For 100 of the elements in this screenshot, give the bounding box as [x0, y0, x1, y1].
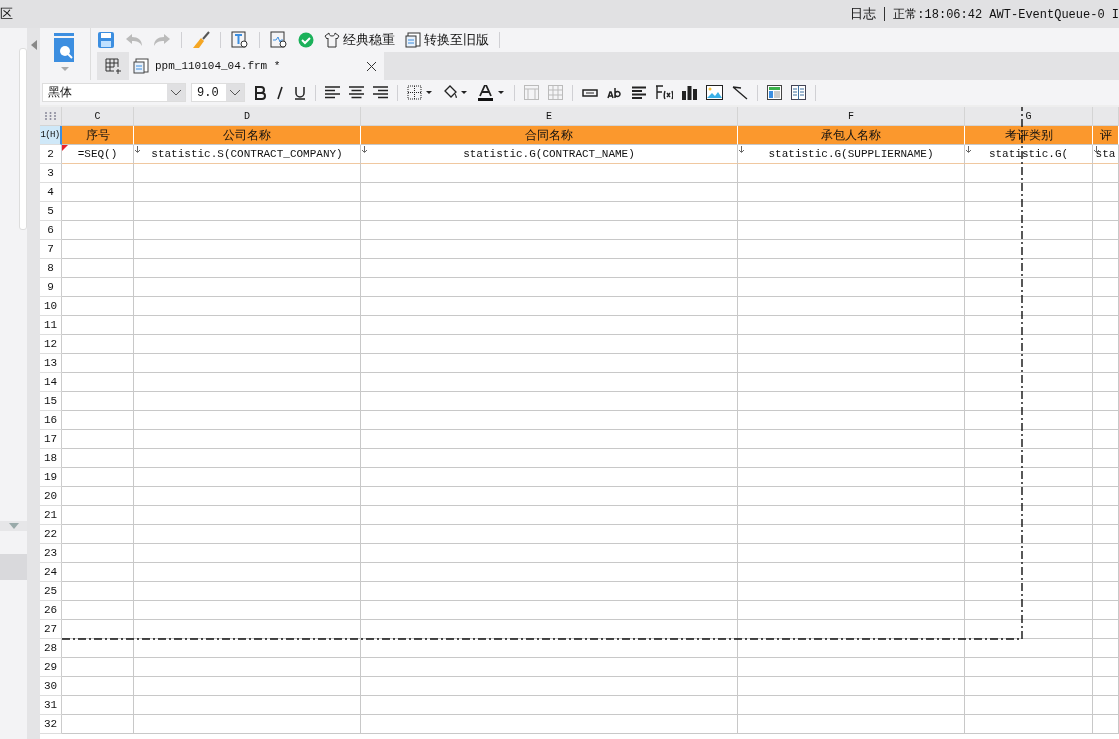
- table-cell[interactable]: [965, 601, 1093, 620]
- table-cell[interactable]: [965, 620, 1093, 639]
- table-cell[interactable]: [134, 278, 361, 297]
- table-cell[interactable]: [738, 544, 965, 563]
- table-cell[interactable]: [1093, 278, 1119, 297]
- table-cell[interactable]: [1093, 335, 1119, 354]
- table-cell[interactable]: [361, 601, 738, 620]
- table-cell[interactable]: [134, 601, 361, 620]
- table-cell[interactable]: [134, 468, 361, 487]
- table-cell[interactable]: [1093, 487, 1119, 506]
- table-cell[interactable]: [62, 354, 134, 373]
- redo-icon[interactable]: [153, 32, 171, 48]
- italic-icon[interactable]: [275, 85, 285, 100]
- table-cell[interactable]: [965, 335, 1093, 354]
- size-dropdown[interactable]: 9.0: [191, 83, 245, 102]
- table-cell[interactable]: [1093, 316, 1119, 335]
- table-cell[interactable]: [738, 468, 965, 487]
- align-left-icon[interactable]: [325, 86, 340, 99]
- table-cell[interactable]: [738, 221, 965, 240]
- column-header[interactable]: D: [134, 107, 361, 126]
- align-right-icon[interactable]: [373, 86, 388, 99]
- row-header[interactable]: 30: [40, 677, 62, 696]
- row-header[interactable]: 27: [40, 620, 62, 639]
- table-cell[interactable]: [738, 278, 965, 297]
- table-cell[interactable]: [965, 639, 1093, 658]
- table-cell[interactable]: [965, 183, 1093, 202]
- table-cell[interactable]: [965, 392, 1093, 411]
- formula-cell[interactable]: sta: [1095, 148, 1116, 160]
- column-header[interactable]: C: [62, 107, 134, 126]
- table-cell[interactable]: [134, 316, 361, 335]
- table-cell[interactable]: [1093, 639, 1119, 658]
- table-cell[interactable]: [738, 354, 965, 373]
- table-cell[interactable]: [62, 202, 134, 221]
- formula-icon[interactable]: [655, 85, 673, 100]
- table-cell[interactable]: [62, 449, 134, 468]
- table-cell[interactable]: [1093, 221, 1119, 240]
- table-cell[interactable]: [965, 411, 1093, 430]
- table-cell[interactable]: [62, 487, 134, 506]
- row-header[interactable]: 23: [40, 544, 62, 563]
- row-header[interactable]: 25: [40, 582, 62, 601]
- table-cell[interactable]: [1093, 183, 1119, 202]
- table-cell[interactable]: [1093, 620, 1119, 639]
- formula-cell[interactable]: statistic.G(CONTRACT_NAME): [463, 148, 635, 160]
- table-cell[interactable]: [62, 715, 134, 734]
- row-header[interactable]: 9: [40, 278, 62, 297]
- row-header[interactable]: 3: [40, 164, 62, 183]
- table-cell[interactable]: [62, 164, 134, 183]
- table-cell[interactable]: [738, 259, 965, 278]
- row-header[interactable]: 26: [40, 601, 62, 620]
- table-cell[interactable]: [134, 259, 361, 278]
- table-cell[interactable]: [738, 316, 965, 335]
- table-cell[interactable]: [62, 259, 134, 278]
- table-cell[interactable]: [965, 506, 1093, 525]
- table-cell[interactable]: [1093, 582, 1119, 601]
- table-cell[interactable]: [965, 696, 1093, 715]
- table-cell[interactable]: [62, 506, 134, 525]
- table-cell[interactable]: [62, 221, 134, 240]
- table-cell[interactable]: [738, 183, 965, 202]
- table-cell[interactable]: [965, 487, 1093, 506]
- table-cell[interactable]: [1093, 525, 1119, 544]
- table-cell[interactable]: [361, 582, 738, 601]
- table-cell[interactable]: [62, 316, 134, 335]
- row-header[interactable]: 32: [40, 715, 62, 734]
- table-cell[interactable]: [1093, 297, 1119, 316]
- check-icon[interactable]: [298, 32, 314, 48]
- preview-icon[interactable]: [270, 31, 288, 49]
- row-header[interactable]: 6: [40, 221, 62, 240]
- font-color-icon[interactable]: [477, 84, 505, 101]
- table-cell[interactable]: [361, 449, 738, 468]
- table-cell[interactable]: [965, 677, 1093, 696]
- table-cell[interactable]: [965, 240, 1093, 259]
- table-cell[interactable]: [134, 544, 361, 563]
- row-header[interactable]: 14: [40, 373, 62, 392]
- table-cell[interactable]: [62, 544, 134, 563]
- table-cell[interactable]: [965, 164, 1093, 183]
- border-icon[interactable]: [407, 85, 433, 100]
- table-cell[interactable]: [965, 221, 1093, 240]
- table-cell[interactable]: [62, 601, 134, 620]
- table-cell[interactable]: [1093, 430, 1119, 449]
- column-header[interactable]: [1093, 107, 1119, 126]
- table-cell[interactable]: [738, 525, 965, 544]
- row-header[interactable]: 22: [40, 525, 62, 544]
- table-cell[interactable]: [134, 164, 361, 183]
- column-header[interactable]: E: [361, 107, 738, 126]
- table-cell[interactable]: [965, 563, 1093, 582]
- table-cell[interactable]: [62, 525, 134, 544]
- table-cell[interactable]: [738, 373, 965, 392]
- table-cell[interactable]: [134, 658, 361, 677]
- table-cell[interactable]: [1093, 240, 1119, 259]
- table-cell[interactable]: [134, 506, 361, 525]
- table-cell[interactable]: [361, 297, 738, 316]
- add-table-icon[interactable]: [105, 58, 121, 74]
- table-cell[interactable]: [1093, 696, 1119, 715]
- table-cell[interactable]: [738, 164, 965, 183]
- paragraph-icon[interactable]: [632, 85, 646, 100]
- table-cell[interactable]: [62, 335, 134, 354]
- save-icon[interactable]: [97, 31, 115, 49]
- row-header[interactable]: 29: [40, 658, 62, 677]
- table-cell[interactable]: [1093, 164, 1119, 183]
- table-cell[interactable]: [62, 563, 134, 582]
